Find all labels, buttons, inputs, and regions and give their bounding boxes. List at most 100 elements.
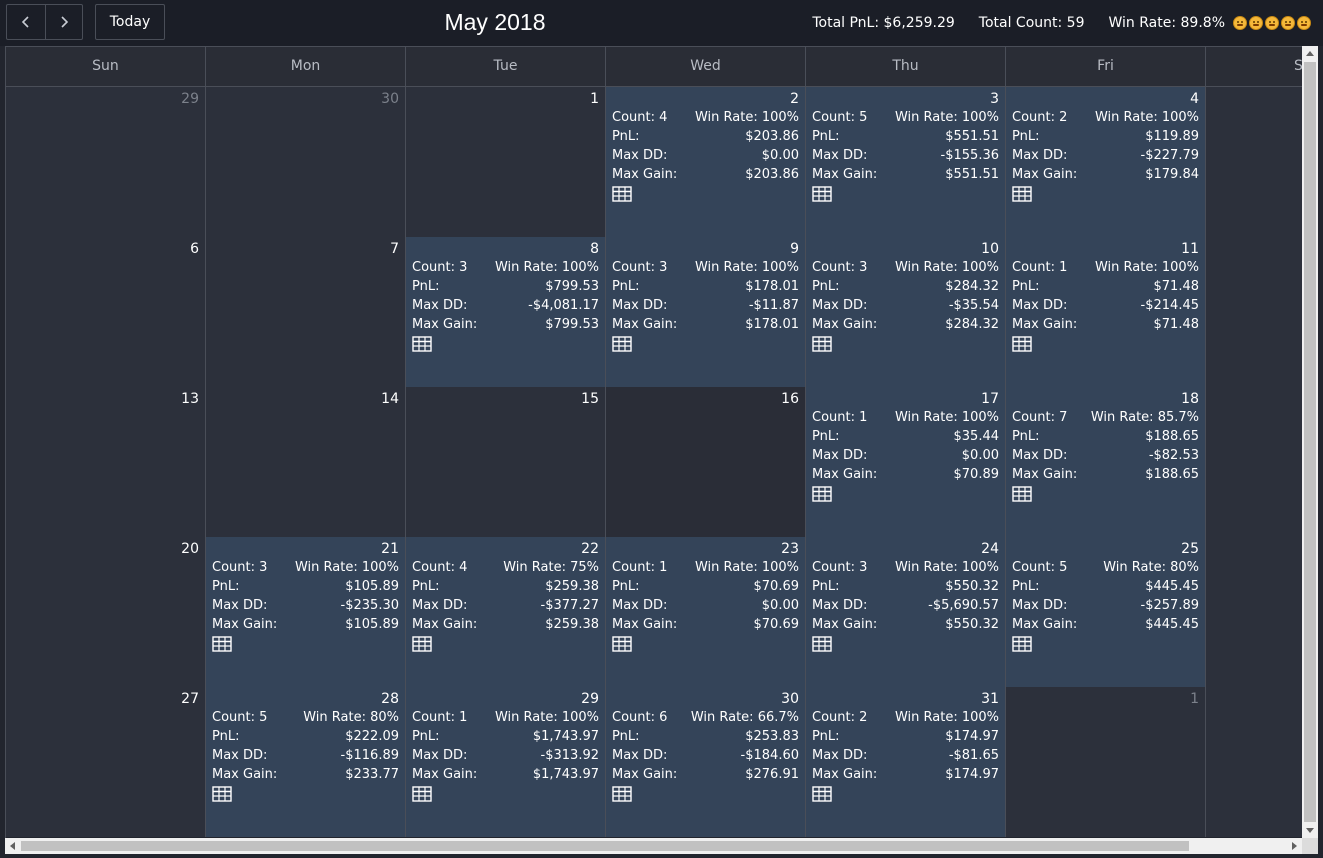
day-cell[interactable]: 10 Count: 3 Win Rate: 100% PnL: $284.32 Max D… <box>806 237 1006 387</box>
day-cell[interactable]: 16 <box>606 387 806 537</box>
day-cell[interactable]: 6 <box>6 237 206 387</box>
win-rate-label: Win Rate: <box>894 410 962 425</box>
max-gain-label: Max Gain: <box>612 617 678 632</box>
table-icon[interactable] <box>412 636 432 652</box>
day-cell[interactable]: 14 <box>206 387 406 537</box>
day-cell[interactable]: 4 Count: 2 Win Rate: 100% PnL: $119.89 Max DD… <box>1006 87 1206 237</box>
table-icon[interactable] <box>412 336 432 352</box>
day-cell[interactable]: 13 <box>6 387 206 537</box>
day-cell[interactable]: 29 Count: 1 Win Rate: 100% PnL: $1,743.97 Max… <box>406 687 606 837</box>
day-cell[interactable]: 21 Count: 3 Win Rate: 100% PnL: $105.89 Max D… <box>206 537 406 687</box>
day-cell[interactable]: 22 Count: 4 Win Rate: 75% PnL: $259.38 Max DD… <box>406 537 606 687</box>
count-winrate-row: Count: 2 Win Rate: 100% <box>812 708 999 727</box>
table-icon[interactable] <box>1012 636 1032 652</box>
day-cell[interactable]: 17 Count: 1 Win Rate: 100% PnL: $35.44 Max DD… <box>806 387 1006 537</box>
max-dd-label: Max DD: <box>412 298 468 313</box>
table-icon[interactable] <box>612 786 632 802</box>
scroll-right-icon[interactable] <box>1292 842 1297 850</box>
max-dd-value: -$81.65 <box>948 748 999 763</box>
horizontal-scrollbar[interactable] <box>5 838 1302 854</box>
day-cell[interactable]: 27 <box>6 687 206 837</box>
win-rate-label: Win Rate: <box>690 710 758 725</box>
day-cell[interactable]: 30 <box>206 87 406 237</box>
day-cell[interactable]: 18 Count: 7 Win Rate: 85.7% PnL: $188.65 Max … <box>1006 387 1206 537</box>
table-icon[interactable] <box>1012 336 1032 352</box>
vertical-scroll-thumb[interactable] <box>1304 62 1316 822</box>
day-cell[interactable]: 9 Count: 3 Win Rate: 100% PnL: $178.01 Max DD… <box>606 237 806 387</box>
count-value: 3 <box>659 260 668 275</box>
max-gain-row: Max Gain: $70.69 <box>612 615 799 634</box>
max-gain-value: $174.97 <box>945 767 999 782</box>
scroll-up-icon[interactable] <box>1306 51 1314 56</box>
day-cell[interactable]: 2 <box>1206 687 1302 837</box>
count-label: Count: <box>1012 110 1060 125</box>
day-cell[interactable]: 5 <box>1206 87 1302 237</box>
prev-month-button[interactable] <box>7 5 45 39</box>
week-row: 20 21 Count: 3 Win Rate: 100% PnL: $105.89 Max… <box>6 537 1302 687</box>
day-number: 20 <box>181 541 199 557</box>
scroll-left-icon[interactable] <box>10 842 15 850</box>
max-gain-value: $445.45 <box>1145 617 1199 632</box>
day-cell[interactable]: 29 <box>6 87 206 237</box>
max-gain-label: Max Gain: <box>212 767 278 782</box>
count-winrate-row: Count: 6 Win Rate: 66.7% <box>612 708 799 727</box>
day-cell[interactable]: 24 Count: 3 Win Rate: 100% PnL: $550.32 Max D… <box>806 537 1006 687</box>
day-win-rate: Win Rate: 100% <box>1095 258 1199 277</box>
table-icon[interactable] <box>212 786 232 802</box>
day-cell[interactable]: 1 <box>1006 687 1206 837</box>
day-number: 17 <box>981 391 999 407</box>
table-icon[interactable] <box>1012 186 1032 202</box>
scrollbar-corner <box>1302 838 1318 854</box>
day-win-rate: Win Rate: 100% <box>895 108 999 127</box>
horizontal-scroll-thumb[interactable] <box>21 841 1189 851</box>
trade-count: Count: 4 <box>612 108 667 127</box>
table-icon[interactable] <box>812 786 832 802</box>
day-win-rate: Win Rate: 80% <box>1103 558 1199 577</box>
table-icon[interactable] <box>812 636 832 652</box>
day-cell[interactable]: 25 Count: 5 Win Rate: 80% PnL: $445.45 Max DD… <box>1006 537 1206 687</box>
pnl-row: PnL: $35.44 <box>812 427 999 446</box>
table-icon[interactable] <box>1012 486 1032 502</box>
table-icon[interactable] <box>812 186 832 202</box>
day-cell[interactable]: 19 <box>1206 387 1302 537</box>
day-cell[interactable]: 12 <box>1206 237 1302 387</box>
day-cell[interactable]: 8 Count: 3 Win Rate: 100% PnL: $799.53 Max DD… <box>406 237 606 387</box>
pnl-value: $203.86 <box>745 129 799 144</box>
max-dd-label: Max DD: <box>812 448 868 463</box>
table-icon[interactable] <box>212 636 232 652</box>
day-cell[interactable]: 30 Count: 6 Win Rate: 66.7% PnL: $253.83 Max … <box>606 687 806 837</box>
day-cell[interactable]: 28 Count: 5 Win Rate: 80% PnL: $222.09 Max DD… <box>206 687 406 837</box>
day-cell[interactable]: 3 Count: 5 Win Rate: 100% PnL: $551.51 Max DD… <box>806 87 1006 237</box>
vertical-scrollbar[interactable] <box>1302 46 1318 838</box>
table-icon[interactable] <box>812 336 832 352</box>
pnl-label: PnL: <box>812 279 840 294</box>
max-dd-row: Max DD: $0.00 <box>612 596 799 615</box>
pnl-value: $551.51 <box>945 129 999 144</box>
max-gain-row: Max Gain: $179.84 <box>1012 165 1199 184</box>
today-button[interactable]: Today <box>95 4 165 40</box>
table-icon[interactable] <box>412 786 432 802</box>
day-cell[interactable]: 11 Count: 1 Win Rate: 100% PnL: $71.48 Max DD… <box>1006 237 1206 387</box>
win-rate-label: Win Rate: <box>894 110 962 125</box>
day-win-rate: Win Rate: 100% <box>895 258 999 277</box>
table-icon[interactable] <box>612 636 632 652</box>
day-header-sat: Sat <box>1206 47 1302 86</box>
scroll-down-icon[interactable] <box>1306 828 1314 833</box>
trade-count: Count: 1 <box>1012 258 1067 277</box>
day-cell[interactable]: 7 <box>206 237 406 387</box>
table-icon[interactable] <box>612 186 632 202</box>
day-cell[interactable]: 15 <box>406 387 606 537</box>
table-icon[interactable] <box>612 336 632 352</box>
day-cell[interactable]: 23 Count: 1 Win Rate: 100% PnL: $70.69 Max DD… <box>606 537 806 687</box>
pnl-label: PnL: <box>1012 129 1040 144</box>
next-month-button[interactable] <box>44 5 83 39</box>
day-cell[interactable]: 31 Count: 2 Win Rate: 100% PnL: $174.97 Max D… <box>806 687 1006 837</box>
table-icon[interactable] <box>812 486 832 502</box>
emoji-rating <box>1231 16 1311 30</box>
day-cell[interactable]: 2 Count: 4 Win Rate: 100% PnL: $203.86 Max DD… <box>606 87 806 237</box>
day-cell[interactable]: 26 <box>1206 537 1302 687</box>
day-cell[interactable]: 1 <box>406 87 606 237</box>
day-cell[interactable]: 20 <box>6 537 206 687</box>
pnl-label: PnL: <box>412 279 440 294</box>
day-win-rate: Win Rate: 75% <box>503 558 599 577</box>
